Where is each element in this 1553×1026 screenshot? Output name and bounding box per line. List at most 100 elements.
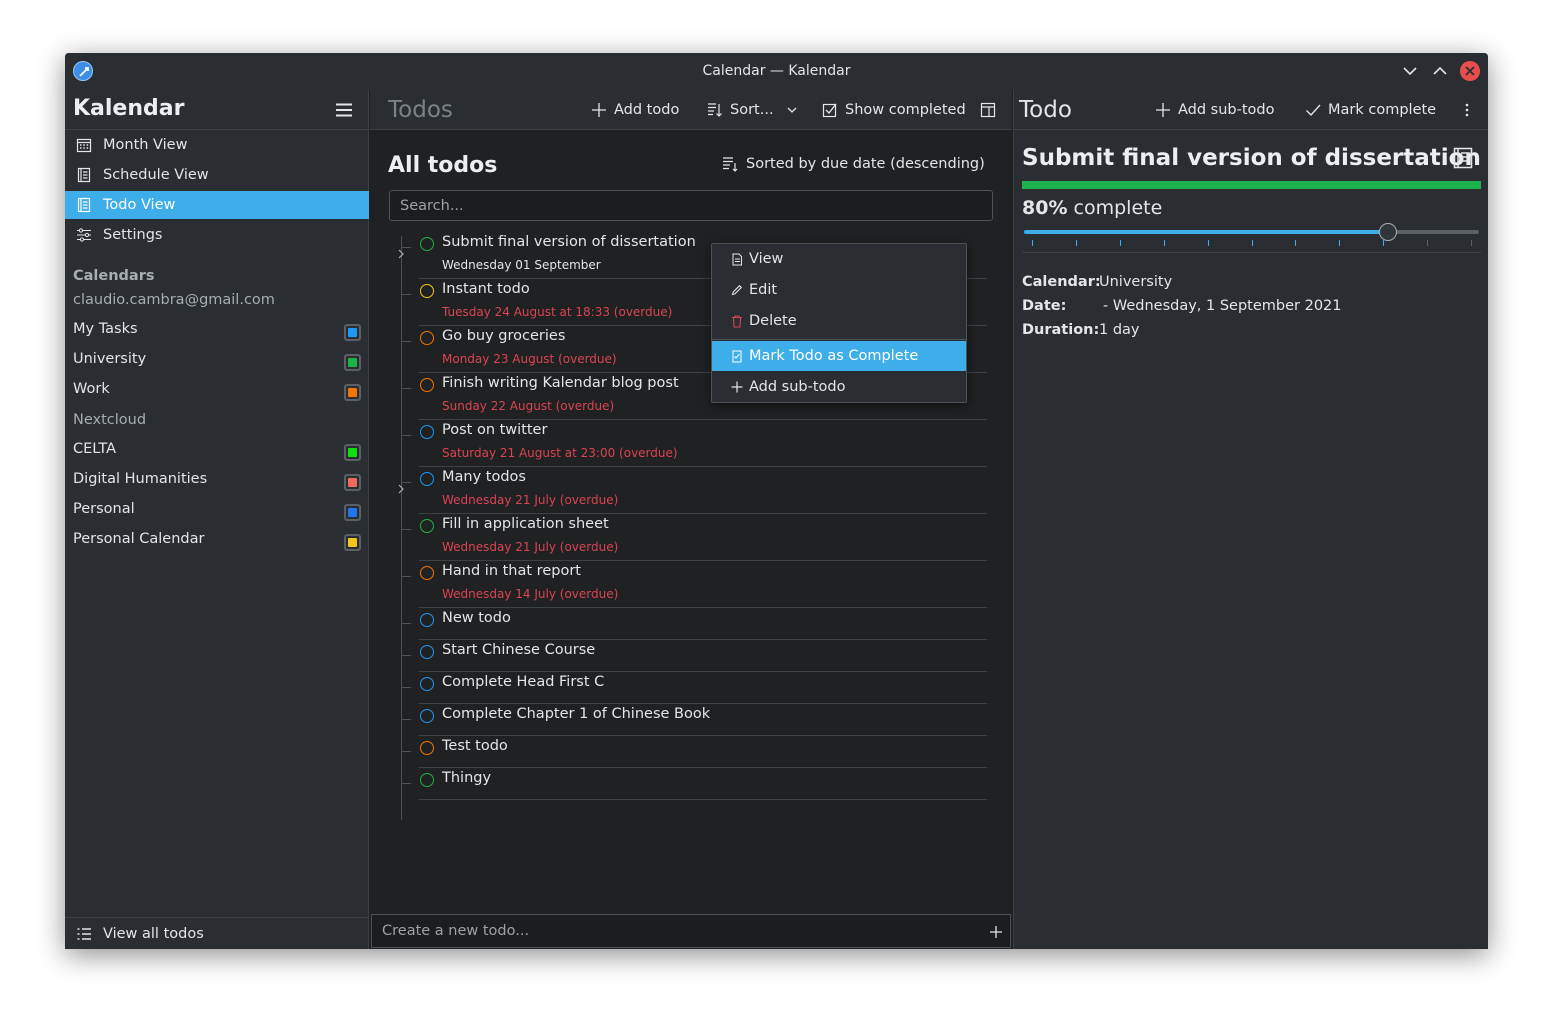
calendar-color-checkbox[interactable] <box>344 384 361 401</box>
todo-complete-checkbox[interactable] <box>420 773 434 787</box>
todo-title: Fill in application sheet <box>442 516 609 532</box>
calendar-property: Calendar:University <box>1022 274 1173 290</box>
todo-complete-checkbox[interactable] <box>420 677 434 691</box>
all-todos-heading: All todos <box>388 153 498 178</box>
close-button[interactable] <box>1460 61 1480 81</box>
calendar-color-checkbox[interactable] <box>344 474 361 491</box>
overflow-menu-button[interactable] <box>1464 90 1470 130</box>
calendar-color-checkbox[interactable] <box>344 504 361 521</box>
checkbox-checked-icon <box>822 103 837 118</box>
sort-dropdown-button[interactable]: Sort... <box>707 90 798 130</box>
show-completed-toggle[interactable]: Show completed <box>822 90 966 130</box>
nav-schedule-view[interactable]: Schedule View <box>65 161 369 189</box>
expand-chevron-icon[interactable] <box>396 245 406 259</box>
calendar-item-university[interactable]: University <box>73 351 363 375</box>
menu-item-edit[interactable]: Edit <box>712 275 966 305</box>
sort-icon <box>723 157 738 172</box>
todo-item[interactable]: Start Chinese Course <box>419 640 987 672</box>
tree-branch-line <box>401 341 411 342</box>
nav-month-view[interactable]: Month View <box>65 131 369 159</box>
todo-item[interactable]: Hand in that report Wednesday 14 July (ov… <box>419 561 987 608</box>
todo-item[interactable]: Test todo <box>419 736 987 768</box>
calendar-item-work[interactable]: Work <box>73 381 363 405</box>
todo-complete-checkbox[interactable] <box>420 378 434 392</box>
calendar-item-personal[interactable]: Personal <box>73 501 363 525</box>
tree-branch-line <box>401 751 411 752</box>
menu-item-delete[interactable]: Delete <box>712 306 966 336</box>
slider-tick <box>1207 240 1209 246</box>
tree-branch-line <box>401 687 411 688</box>
minimize-button[interactable] <box>1400 61 1420 81</box>
maximize-button[interactable] <box>1430 61 1450 81</box>
detail-header-title: Todo <box>1019 97 1072 123</box>
calendar-color-checkbox[interactable] <box>344 444 361 461</box>
calendar-color-checkbox[interactable] <box>344 534 361 551</box>
slider-handle[interactable] <box>1379 223 1397 241</box>
todo-due-date: Saturday 21 August at 23:00 (overdue) <box>442 446 678 460</box>
todo-item[interactable]: Complete Chapter 1 of Chinese Book <box>419 704 987 736</box>
todo-list-icon <box>1453 147 1473 169</box>
toggle-sidebar-button[interactable] <box>980 90 996 130</box>
calendar-color-checkbox[interactable] <box>344 354 361 371</box>
view-all-todos-button[interactable]: View all todos <box>65 917 369 949</box>
todo-complete-checkbox[interactable] <box>420 709 434 723</box>
nav-settings[interactable]: Settings <box>65 221 369 249</box>
todo-title: Start Chinese Course <box>442 642 596 658</box>
sidebar: Kalendar Month View Schedule View Todo V… <box>65 90 369 949</box>
add-todo-button[interactable]: Add todo <box>591 90 679 130</box>
sidebar-panel-icon <box>980 102 996 118</box>
todo-item[interactable]: Post on twitter Saturday 21 August at 23:… <box>419 420 987 467</box>
create-todo-button[interactable] <box>989 924 1003 943</box>
todo-complete-checkbox[interactable] <box>420 331 434 345</box>
add-subtodo-button[interactable]: Add sub-todo <box>1155 90 1275 130</box>
todo-complete-checkbox[interactable] <box>420 645 434 659</box>
todo-complete-checkbox[interactable] <box>420 237 434 251</box>
todo-item[interactable]: New todo <box>419 608 987 640</box>
todo-complete-checkbox[interactable] <box>420 425 434 439</box>
todo-item[interactable]: Thingy <box>419 768 987 800</box>
calendar-item-digital-humanities[interactable]: Digital Humanities <box>73 471 363 495</box>
hamburger-menu-button[interactable] <box>335 102 353 117</box>
slider-tick <box>1119 240 1121 246</box>
document-icon <box>712 253 749 266</box>
plus-icon <box>712 381 749 393</box>
todo-item[interactable]: Complete Head First C <box>419 672 987 704</box>
calendar-item-celta[interactable]: CELTA <box>73 441 363 465</box>
schedule-icon <box>65 167 103 183</box>
calendars-heading: Calendars <box>73 268 155 284</box>
menu-item-add-subtodo[interactable]: Add sub-todo <box>712 372 966 402</box>
menu-item-mark-complete[interactable]: Mark Todo as Complete <box>712 341 966 371</box>
edit-todo-button[interactable] <box>1452 147 1474 173</box>
search-input[interactable] <box>389 190 993 221</box>
completion-slider[interactable] <box>1024 223 1479 246</box>
mark-complete-button[interactable]: Mark complete <box>1305 90 1436 130</box>
todo-complete-checkbox[interactable] <box>420 472 434 486</box>
todo-complete-checkbox[interactable] <box>420 741 434 755</box>
plus-icon <box>990 926 1002 938</box>
calendar-item-personal-calendar[interactable]: Personal Calendar <box>73 531 363 555</box>
todo-complete-checkbox[interactable] <box>420 519 434 533</box>
app-title: Kalendar <box>73 96 185 121</box>
new-todo-input[interactable] <box>371 914 1011 948</box>
todo-due-date: Monday 23 August (overdue) <box>442 352 617 366</box>
calendar-color-checkbox[interactable] <box>344 324 361 341</box>
expand-chevron-icon[interactable] <box>396 480 406 494</box>
window-title: Calendar — Kalendar <box>702 63 851 79</box>
todo-title: Many todos <box>442 469 526 485</box>
todo-context-menu: View Edit Delete Mark Todo as Complete A… <box>711 243 967 403</box>
account-label: claudio.cambra@gmail.com <box>73 292 275 308</box>
todo-title: Submit final version of dissertation <box>442 234 696 250</box>
sorted-by-label[interactable]: Sorted by due date (descending) <box>722 156 985 172</box>
todo-item[interactable]: Fill in application sheet Wednesday 21 Ju… <box>419 514 987 561</box>
todo-item[interactable]: Many todos Wednesday 21 July (overdue) <box>419 467 987 514</box>
nav-todo-view[interactable]: Todo View <box>65 191 369 219</box>
todo-complete-checkbox[interactable] <box>420 284 434 298</box>
todo-title: Complete Chapter 1 of Chinese Book <box>442 706 711 722</box>
todo-complete-checkbox[interactable] <box>420 613 434 627</box>
pencil-icon <box>712 284 749 296</box>
slider-tick <box>1032 240 1033 246</box>
close-icon <box>1465 66 1475 76</box>
menu-item-view[interactable]: View <box>712 244 966 274</box>
calendar-item-my-tasks[interactable]: My Tasks <box>73 321 363 345</box>
todo-complete-checkbox[interactable] <box>420 566 434 580</box>
